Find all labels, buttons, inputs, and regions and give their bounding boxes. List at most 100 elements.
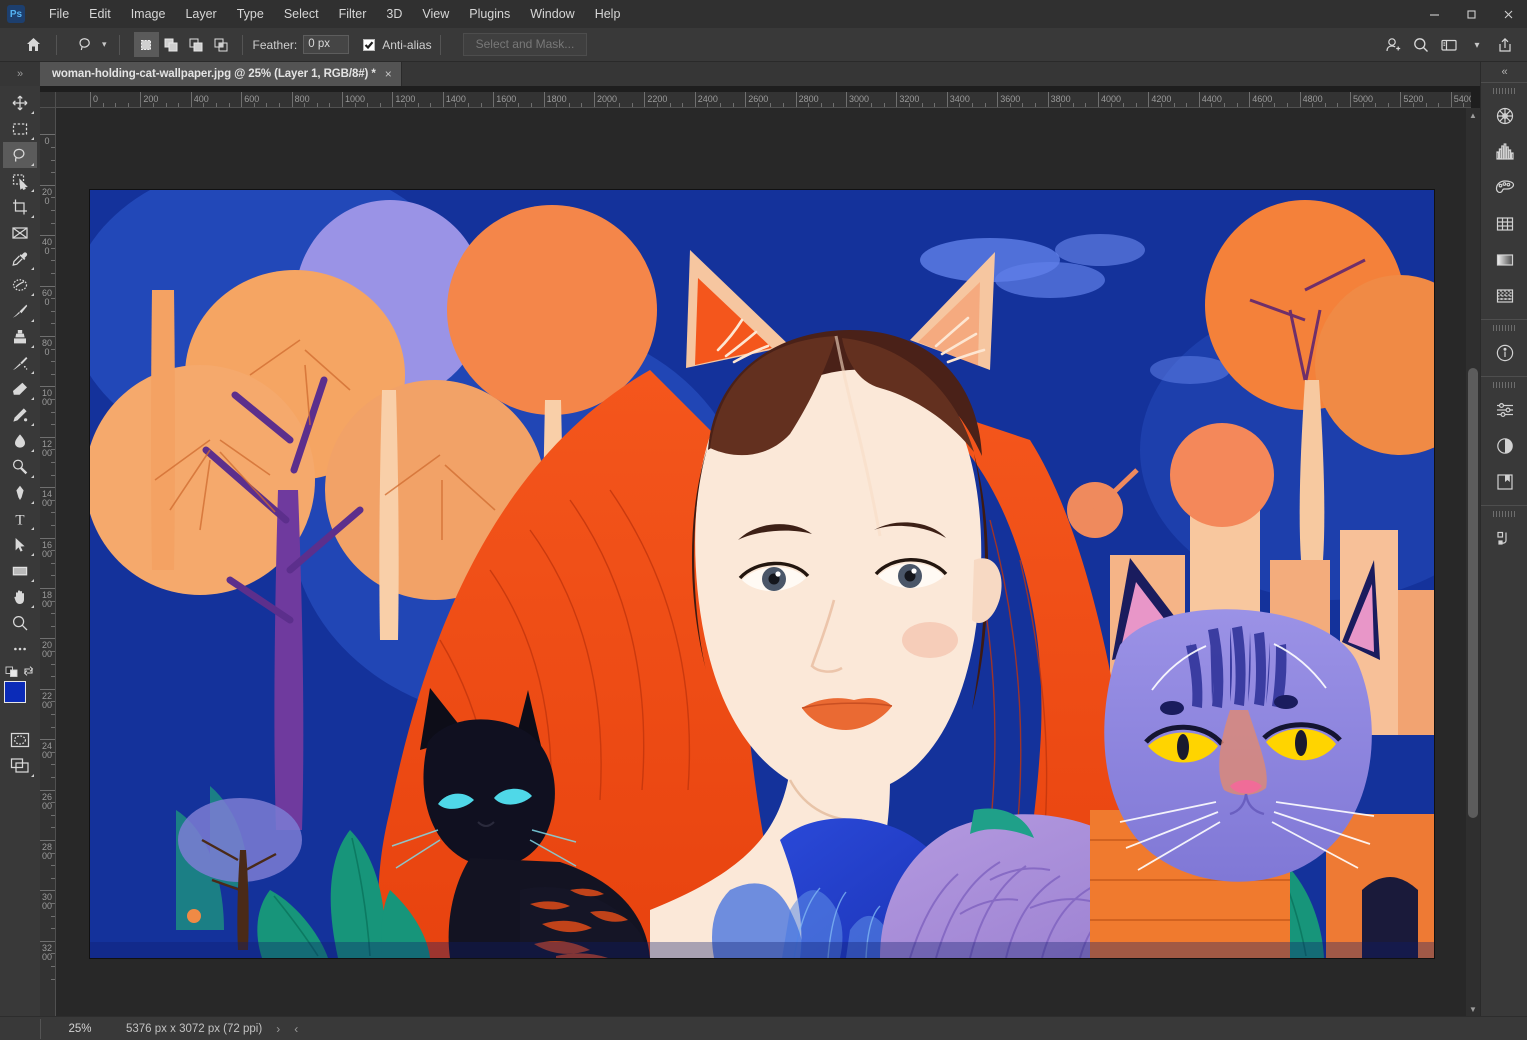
panel-grip[interactable] [1493, 511, 1515, 517]
history-actions-icon[interactable] [1481, 521, 1527, 557]
tool-flyout-indicator [31, 345, 34, 348]
histogram-icon[interactable] [1481, 134, 1527, 170]
pen-tool[interactable] [3, 480, 37, 506]
document-tab[interactable]: woman-holding-cat-wallpaper.jpg @ 25% (L… [40, 62, 402, 86]
rectangle-tool[interactable] [3, 558, 37, 584]
object-selection-tool[interactable] [3, 168, 37, 194]
close-icon[interactable]: × [385, 67, 392, 81]
tool-flyout-indicator [31, 527, 34, 530]
move-tool[interactable] [3, 90, 37, 116]
patterns-grid-icon[interactable] [1481, 206, 1527, 242]
foreground-color-swatch[interactable] [4, 681, 26, 703]
dock-collapse-icon[interactable]: « [1481, 62, 1527, 82]
ruler-label: 0 [44, 136, 50, 147]
menu-item-edit[interactable]: Edit [79, 3, 121, 25]
adjustments-icon[interactable] [1481, 392, 1527, 428]
color-wheel-icon[interactable] [1481, 98, 1527, 134]
panel-grip[interactable] [1493, 325, 1515, 331]
menu-item-select[interactable]: Select [274, 3, 329, 25]
minimize-button[interactable] [1416, 0, 1453, 28]
eraser-tool[interactable] [3, 376, 37, 402]
artboard-image[interactable] [90, 190, 1434, 958]
color-controls-mini [3, 664, 37, 678]
vertical-ruler[interactable]: 0 200 400 600 800 1000 1200 1400 1600 1800 2000 220… [40, 108, 56, 1016]
panel-grip[interactable] [1493, 88, 1515, 94]
brush-tool[interactable] [3, 298, 37, 324]
panel-grip[interactable] [1493, 382, 1515, 388]
libraries-icon[interactable] [1481, 464, 1527, 500]
divider [56, 34, 57, 55]
anti-alias-checkbox[interactable]: Anti-alias [363, 37, 432, 52]
add-to-selection-button[interactable] [159, 32, 184, 57]
crop-tool[interactable] [3, 194, 37, 220]
gradient-tool[interactable] [3, 402, 37, 428]
horizontal-ruler[interactable]: 0 200 400 600 800 1000 1200 1400 1600 1800 2000 220… [56, 92, 1471, 108]
status-next-arrow[interactable]: › [276, 1022, 280, 1036]
gradients-icon[interactable] [1481, 242, 1527, 278]
adjustment-layer-icon[interactable] [1481, 428, 1527, 464]
type-tool[interactable]: T [3, 506, 37, 532]
menu-item-window[interactable]: Window [520, 3, 584, 25]
document-dimensions-label: 5376 px x 3072 px (72 ppi) [126, 1022, 263, 1035]
tool-preset-picker[interactable]: ▾ [73, 33, 111, 57]
maximize-button[interactable] [1453, 0, 1490, 28]
eyedropper-tool[interactable] [3, 246, 37, 272]
hand-tool[interactable] [3, 584, 37, 610]
vertical-scroll-thumb[interactable] [1468, 368, 1478, 818]
search-icon[interactable] [1407, 31, 1435, 59]
vertical-scrollbar[interactable]: ▲ ▼ [1466, 108, 1480, 1016]
add-person-icon[interactable] [1379, 31, 1407, 59]
clone-stamp-tool[interactable] [3, 324, 37, 350]
ruler-label: 400 [193, 94, 209, 104]
pattern-icon[interactable] [1481, 278, 1527, 314]
ruler-label: 200 [143, 94, 159, 104]
menu-bar: File Edit Image Layer Type Select Filter… [39, 3, 630, 25]
menu-item-view[interactable]: View [412, 3, 459, 25]
menu-item-plugins[interactable]: Plugins [459, 3, 520, 25]
menu-item-help[interactable]: Help [585, 3, 631, 25]
status-prev-arrow[interactable]: ‹ [294, 1022, 298, 1036]
blur-tool[interactable] [3, 428, 37, 454]
new-selection-button[interactable] [133, 32, 159, 57]
share-icon[interactable] [1491, 31, 1519, 59]
workspace-icon[interactable] [1435, 31, 1463, 59]
quick-mask-mode[interactable] [3, 727, 37, 753]
menu-item-layer[interactable]: Layer [175, 3, 226, 25]
home-icon[interactable] [18, 32, 48, 58]
feather-label: Feather: [252, 37, 298, 52]
canvas-area[interactable] [56, 108, 1471, 1016]
chevron-down-icon[interactable]: ▾ [1463, 31, 1491, 59]
tools-panel: T [0, 86, 40, 1016]
menu-item-file[interactable]: File [39, 3, 79, 25]
info-icon[interactable] [1481, 335, 1527, 371]
tool-flyout-indicator [31, 553, 34, 556]
history-brush-tool[interactable] [3, 350, 37, 376]
intersect-with-selection-button[interactable] [209, 32, 234, 57]
menu-item-filter[interactable]: Filter [329, 3, 377, 25]
tool-flyout-indicator [31, 579, 34, 582]
zoom-level-field[interactable]: 25% [56, 1023, 104, 1035]
scroll-up-arrow[interactable]: ▲ [1466, 108, 1480, 122]
scroll-down-arrow[interactable]: ▼ [1466, 1002, 1480, 1016]
spot-healing-brush-tool[interactable] [3, 272, 37, 298]
swatches-icon[interactable] [1481, 170, 1527, 206]
screen-mode[interactable] [3, 753, 37, 779]
menu-item-image[interactable]: Image [121, 3, 176, 25]
rectangular-marquee-tool[interactable] [3, 116, 37, 142]
tab-scroll-arrows[interactable]: » [0, 62, 40, 86]
path-selection-tool[interactable] [3, 532, 37, 558]
feather-input[interactable]: 0 px [303, 35, 350, 54]
lasso-tool[interactable] [3, 142, 37, 168]
ruler-corner[interactable] [40, 92, 56, 108]
subtract-from-selection-button[interactable] [184, 32, 209, 57]
frame-tool[interactable] [3, 220, 37, 246]
menu-item-type[interactable]: Type [227, 3, 274, 25]
edit-toolbar-tool[interactable] [3, 636, 37, 662]
select-and-mask-button[interactable]: Select and Mask... [462, 33, 588, 56]
menu-item-3d[interactable]: 3D [376, 3, 412, 25]
tool-flyout-indicator [31, 605, 34, 608]
dodge-tool[interactable] [3, 454, 37, 480]
zoom-tool[interactable] [3, 610, 37, 636]
anti-alias-label: Anti-alias [382, 37, 432, 52]
close-button[interactable] [1490, 0, 1527, 28]
